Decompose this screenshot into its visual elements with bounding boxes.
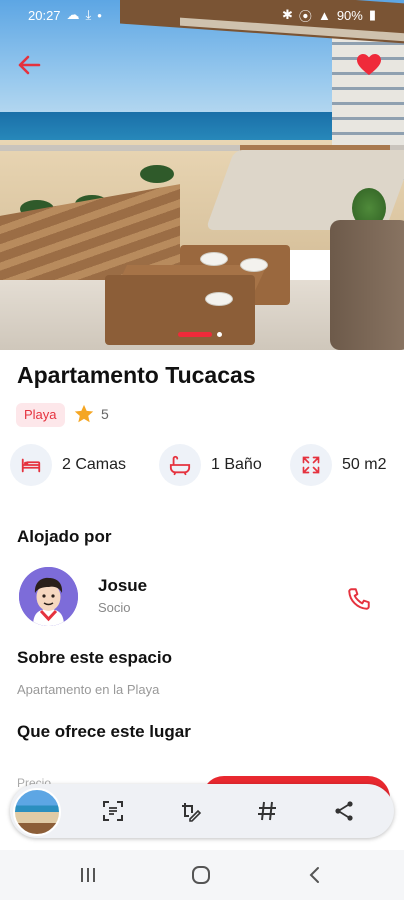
- host-heading: Alojado por: [17, 527, 112, 546]
- host-role: Socio: [98, 600, 131, 615]
- hashtag-icon[interactable]: [252, 796, 282, 826]
- amenity-label: 1 Baño: [211, 456, 262, 473]
- photo-plate: [200, 252, 228, 266]
- amenity-label: 2 Camas: [62, 456, 127, 473]
- home-icon[interactable]: [188, 862, 214, 888]
- photo-pagination: [178, 332, 222, 337]
- photo-sofa: [330, 220, 404, 350]
- category-tag: Playa: [16, 403, 65, 427]
- amenity-beds: 2 Camas: [10, 444, 126, 486]
- pagination-dot-active[interactable]: [178, 332, 212, 337]
- host-avatar[interactable]: [19, 567, 78, 626]
- area-expand-icon: [290, 444, 332, 486]
- star-icon: [73, 403, 95, 430]
- amenity-area: 50 m2: [290, 444, 386, 486]
- location-icon: ⦿: [298, 8, 312, 24]
- listing-title: Apartamento Tucacas: [17, 362, 256, 388]
- bed-icon: [10, 444, 52, 486]
- screenshot-thumbnail[interactable]: [13, 788, 61, 836]
- share-icon[interactable]: [329, 796, 359, 826]
- pagination-dot[interactable]: [217, 332, 222, 337]
- amenity-bathrooms: 1 Baño: [159, 444, 262, 486]
- edit-crop-icon[interactable]: [175, 796, 205, 826]
- amenity-label: 50 m2: [342, 456, 387, 473]
- offers-heading: Que ofrece este lugar: [17, 722, 191, 741]
- photo-palm: [140, 165, 174, 183]
- about-description: Apartamento en la Playa: [17, 682, 160, 697]
- photo-plate: [240, 258, 268, 272]
- back-icon[interactable]: [302, 862, 328, 888]
- battery-level: 90%: [336, 7, 363, 23]
- status-bar: 20:27 ☁ ⤓ • ✱ ⦿ ▲ 90% ▮: [0, 0, 404, 30]
- rating-value: 5: [101, 406, 109, 422]
- photo-plate: [205, 292, 233, 306]
- scan-text-icon[interactable]: [98, 796, 128, 826]
- dot-icon: •: [97, 7, 102, 23]
- listing-photo[interactable]: [0, 0, 404, 350]
- favorite-heart-icon[interactable]: [352, 48, 386, 82]
- host-name: Josue: [98, 576, 148, 595]
- download-icon: ⤓: [85, 7, 92, 22]
- recent-apps-icon[interactable]: [75, 862, 101, 888]
- bathtub-icon: [159, 444, 201, 486]
- battery-icon: ▮: [368, 7, 376, 22]
- status-time: 20:27: [28, 7, 61, 23]
- phone-call-icon[interactable]: [342, 582, 376, 616]
- back-arrow-icon[interactable]: [12, 48, 46, 82]
- cloud-icon: ☁: [66, 7, 80, 22]
- about-heading: Sobre este espacio: [17, 648, 172, 667]
- signal-icon: ▲: [317, 7, 331, 23]
- bluetooth-icon: ✱: [282, 7, 293, 22]
